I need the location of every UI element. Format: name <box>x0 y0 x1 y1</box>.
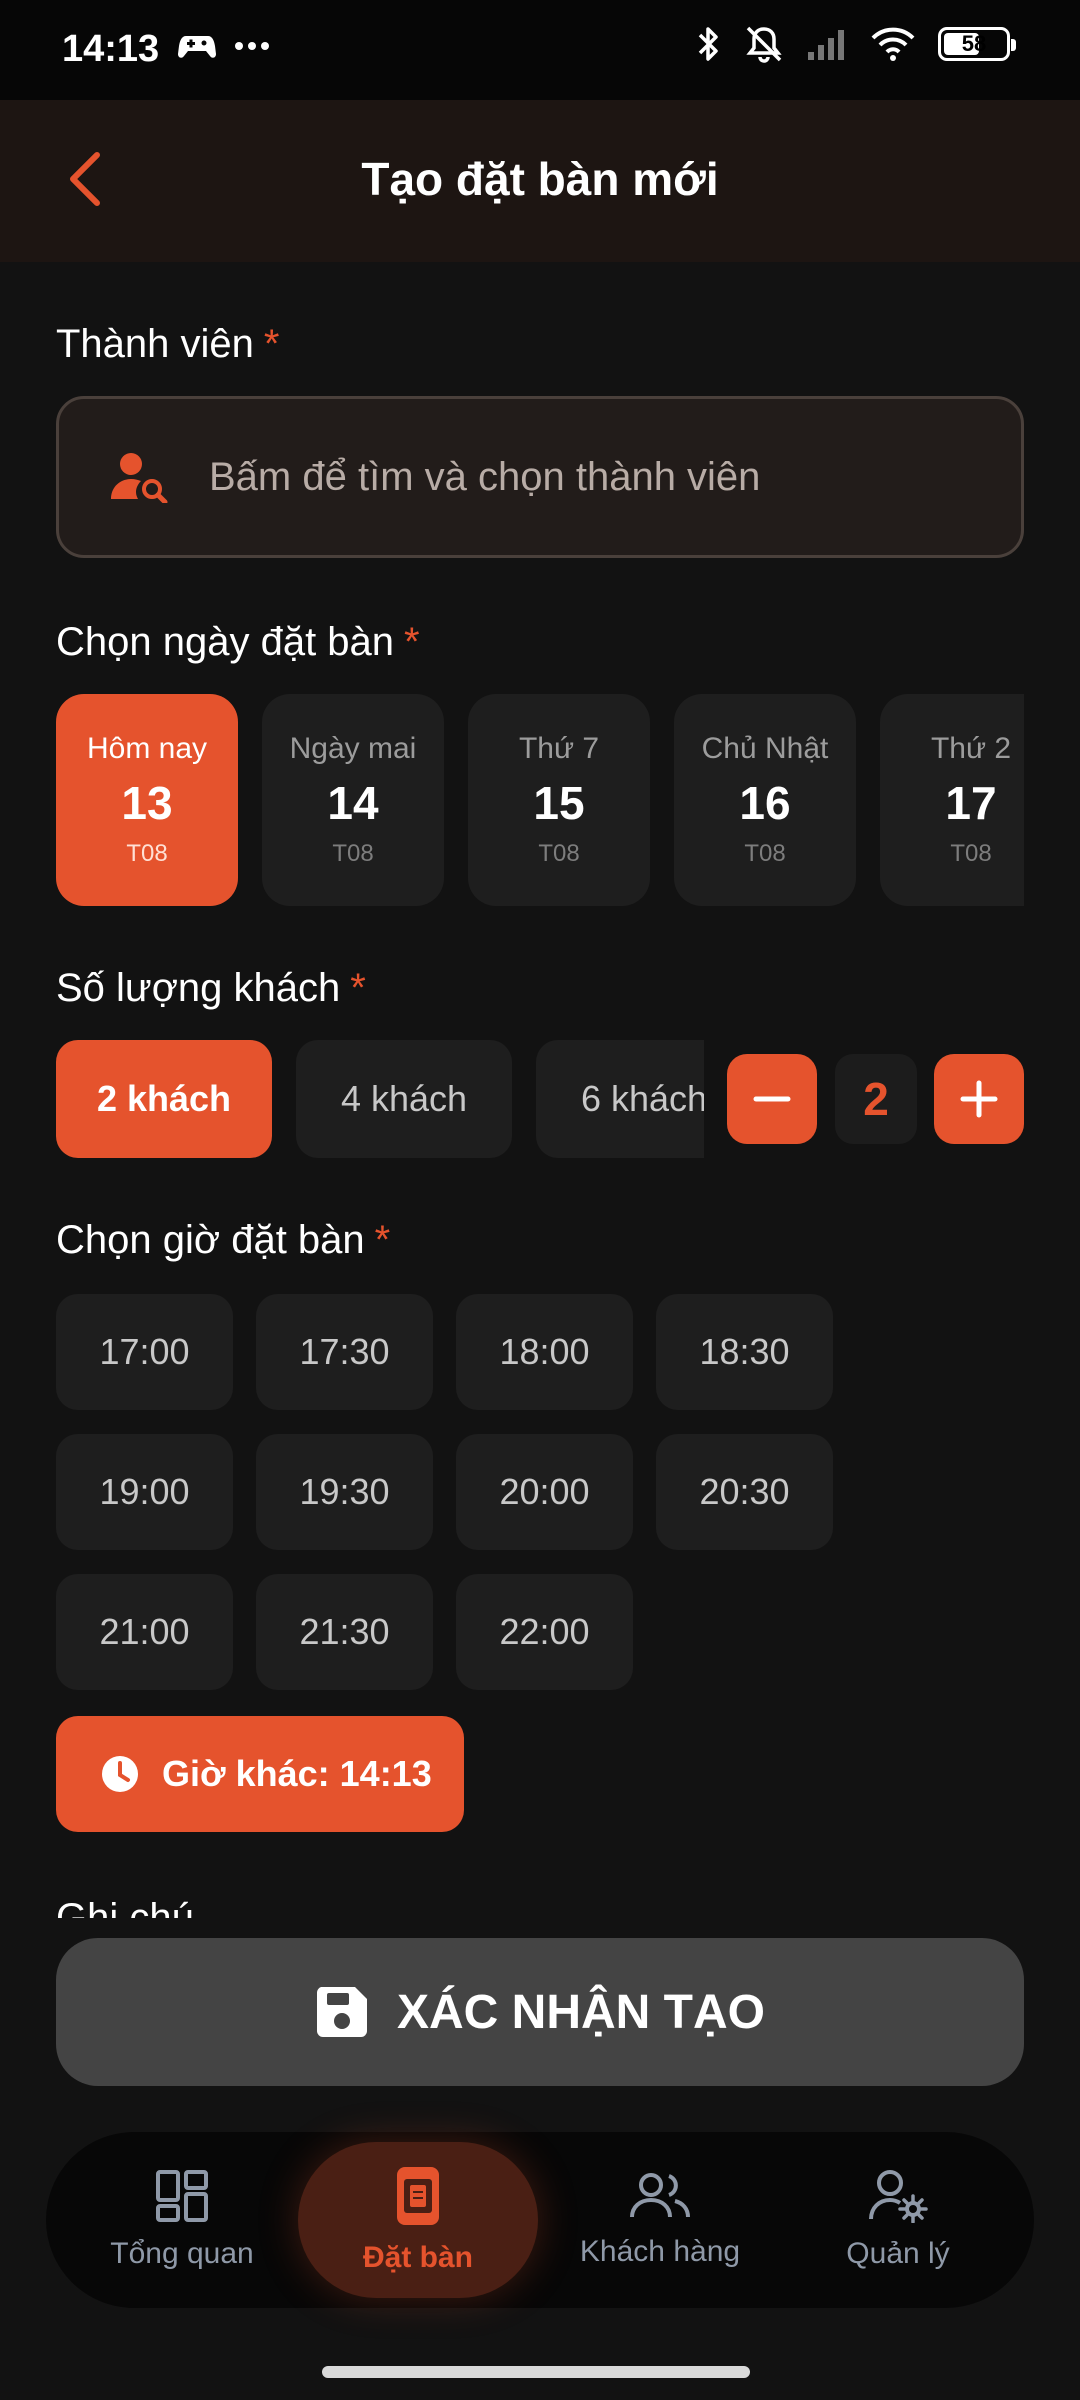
date-chip-name: Ngày mai <box>289 732 417 765</box>
date-chip-month: T08 <box>950 840 992 867</box>
page-title: Tạo đặt bàn mới <box>361 153 719 205</box>
nav-label: Khách hàng <box>579 2235 741 2268</box>
date-chip-month: T08 <box>744 840 786 867</box>
required-mark: * <box>404 620 420 664</box>
date-chip-name: Thứ 2 <box>930 732 1012 765</box>
customers-icon <box>630 2173 690 2218</box>
game-controller-icon <box>178 36 216 58</box>
bluetooth-icon <box>698 27 718 61</box>
date-chip-month: T08 <box>332 840 374 867</box>
nav-label: Quản lý <box>846 2237 950 2270</box>
time-slot[interactable]: 19:00 <box>56 1434 233 1550</box>
time-slot[interactable]: 20:00 <box>456 1434 633 1550</box>
date-chip-day: 13 <box>121 777 173 829</box>
required-mark: * <box>263 322 280 366</box>
increase-guests-button[interactable] <box>934 1054 1024 1144</box>
time-label-text: Chọn giờ đặt bàn <box>56 1218 365 1262</box>
date-label-text: Chọn ngày đặt bàn <box>56 620 395 664</box>
dashboard-icon <box>156 2170 208 2222</box>
nav-label: Tổng quan <box>110 2237 254 2270</box>
nav-item-customers[interactable]: Khách hàng <box>540 2132 780 2308</box>
date-chip-day: 16 <box>739 777 791 829</box>
required-mark: * <box>350 966 366 1010</box>
nav-item-management[interactable]: Quản lý <box>778 2132 1018 2308</box>
time-slot[interactable]: 21:30 <box>256 1574 433 1690</box>
nav-label: Đặt bàn <box>362 2241 473 2274</box>
user-search-icon <box>109 447 169 507</box>
more-icon <box>235 42 269 50</box>
status-left-icons <box>178 30 270 62</box>
date-chip-name: Hôm nay <box>86 732 208 765</box>
plus-icon <box>960 1080 998 1118</box>
guest-count: 2 <box>835 1054 917 1144</box>
time-slot-grid: 17:00 17:30 18:00 18:30 19:00 19:30 20:0… <box>56 1294 836 1690</box>
member-search-field[interactable]: Bấm để tìm và chọn thành viên <box>56 396 1024 558</box>
time-slot[interactable]: 20:30 <box>656 1434 833 1550</box>
time-slot[interactable]: 17:30 <box>256 1294 433 1410</box>
member-placeholder: Bấm để tìm và chọn thành viên <box>209 454 761 499</box>
date-chip-saturday[interactable]: Thứ 7 15 T08 <box>468 694 650 906</box>
confirm-create-button[interactable]: XÁC NHẬN TẠO <box>56 1938 1024 2086</box>
date-chip-month: T08 <box>538 840 580 867</box>
cellular-signal-icon <box>808 30 844 60</box>
muted-bell-icon <box>746 26 782 63</box>
time-slot[interactable]: 22:00 <box>456 1574 633 1690</box>
status-time: 14:13 <box>62 28 160 70</box>
guest-option-6[interactable]: 6 khách <box>536 1040 704 1158</box>
time-slot[interactable]: 18:30 <box>656 1294 833 1410</box>
date-chip-month: T08 <box>126 840 168 867</box>
app-header: Tạo đặt bàn mới <box>0 100 1080 262</box>
guest-option-2[interactable]: 2 khách <box>56 1040 272 1158</box>
status-right-icons: 58 <box>696 24 1016 64</box>
date-chip-today[interactable]: Hôm nay 13 T08 <box>56 694 238 906</box>
required-mark: * <box>374 1218 391 1262</box>
guest-options[interactable]: 2 khách 4 khách 6 khách <box>56 1040 704 1158</box>
guest-label: Số lượng khách * <box>56 966 366 1011</box>
date-label: Chọn ngày đặt bàn * <box>56 620 420 665</box>
minus-icon <box>753 1096 791 1102</box>
date-chip-monday[interactable]: Thứ 2 17 T08 <box>880 694 1024 906</box>
time-slot[interactable]: 21:00 <box>56 1574 233 1690</box>
time-slot[interactable]: 19:30 <box>256 1434 433 1550</box>
gesture-bar[interactable] <box>322 2366 750 2378</box>
other-time-label: Giờ khác: 14:13 <box>162 1753 432 1794</box>
booking-ticket-icon <box>397 2167 439 2225</box>
other-time-button[interactable]: Giờ khác: 14:13 <box>56 1716 464 1832</box>
date-chip-day: 15 <box>533 777 585 829</box>
date-chip-day: 14 <box>327 777 379 829</box>
nav-item-booking[interactable]: Đặt bàn <box>298 2142 538 2298</box>
nav-item-overview[interactable]: Tổng quan <box>62 2132 302 2308</box>
guest-option-4[interactable]: 4 khách <box>296 1040 512 1158</box>
decrease-guests-button[interactable] <box>727 1054 817 1144</box>
member-label-text: Thành viên <box>56 322 254 366</box>
battery-level: 58 <box>961 31 987 56</box>
user-settings-icon <box>869 2170 928 2223</box>
guest-label-text: Số lượng khách <box>56 966 341 1010</box>
save-icon <box>316 1987 367 2037</box>
date-chip-name: Thứ 7 <box>518 732 600 765</box>
wifi-icon <box>871 27 915 61</box>
time-slot[interactable]: 18:00 <box>456 1294 633 1410</box>
note-label: Ghi chú <box>56 1896 194 1918</box>
bottom-navigation: Tổng quan Đặt bàn Khách hàng Quản lý <box>46 2132 1034 2308</box>
clock-icon <box>102 1756 138 1792</box>
time-label: Chọn giờ đặt bàn * <box>56 1218 390 1263</box>
status-bar: 14:13 58 <box>0 0 1080 100</box>
date-selector[interactable]: Hôm nay 13 T08 Ngày mai 14 T08 Thứ 7 15 … <box>56 694 1024 906</box>
date-chip-sunday[interactable]: Chủ Nhật 16 T08 <box>674 694 856 906</box>
confirm-label: XÁC NHẬN TẠO <box>397 1985 765 2039</box>
member-label: Thành viên * <box>56 322 280 367</box>
date-chip-name: Chủ Nhật <box>701 732 829 765</box>
time-slot[interactable]: 17:00 <box>56 1294 233 1410</box>
date-chip-tomorrow[interactable]: Ngày mai 14 T08 <box>262 694 444 906</box>
battery-indicator: 58 <box>938 27 1016 61</box>
date-chip-day: 17 <box>945 777 997 829</box>
